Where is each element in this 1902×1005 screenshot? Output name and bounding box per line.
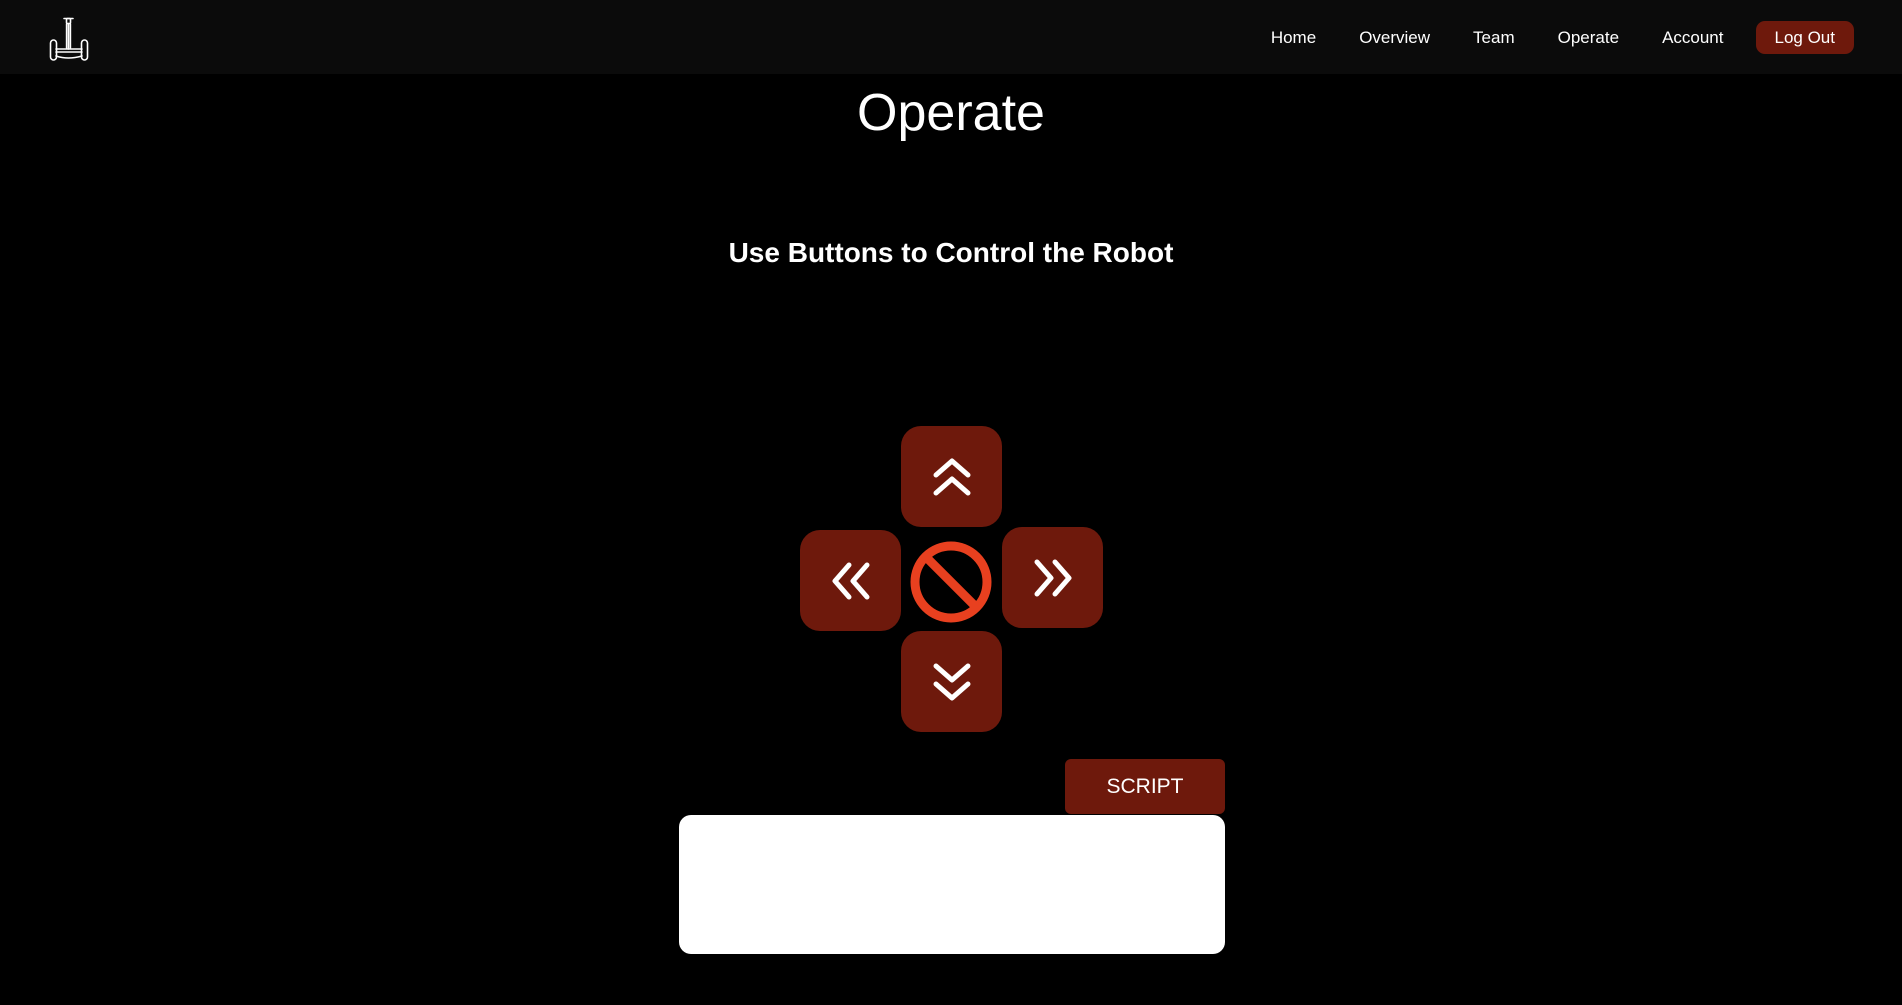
turn-right-button[interactable]: [1002, 527, 1103, 628]
page-title: Operate: [857, 84, 1045, 142]
nav-team-link[interactable]: Team: [1473, 21, 1515, 54]
stop-button[interactable]: [907, 538, 995, 626]
nav-overview-link[interactable]: Overview: [1359, 21, 1430, 54]
move-backward-button[interactable]: [901, 631, 1002, 732]
move-forward-button[interactable]: [901, 426, 1002, 527]
turn-left-button[interactable]: [800, 530, 901, 631]
chevron-double-up-icon: [933, 458, 970, 495]
segway-robot-icon[interactable]: [48, 16, 94, 62]
chevron-double-left-icon: [832, 562, 869, 599]
chevron-double-right-icon: [1034, 559, 1071, 596]
nav-account-link[interactable]: Account: [1662, 21, 1723, 54]
script-input[interactable]: [679, 815, 1225, 954]
nav-operate-link[interactable]: Operate: [1558, 21, 1619, 54]
page-subtitle: Use Buttons to Control the Robot: [728, 237, 1174, 268]
chevron-double-down-icon: [933, 663, 970, 700]
script-button[interactable]: SCRIPT: [1065, 759, 1225, 814]
navbar: Home Overview Team Operate Account Log O…: [0, 0, 1902, 74]
main-nav: Home Overview Team Operate Account Log O…: [1271, 21, 1854, 54]
stop-icon: [910, 541, 992, 623]
nav-home-link[interactable]: Home: [1271, 21, 1316, 54]
logout-button[interactable]: Log Out: [1755, 21, 1854, 54]
